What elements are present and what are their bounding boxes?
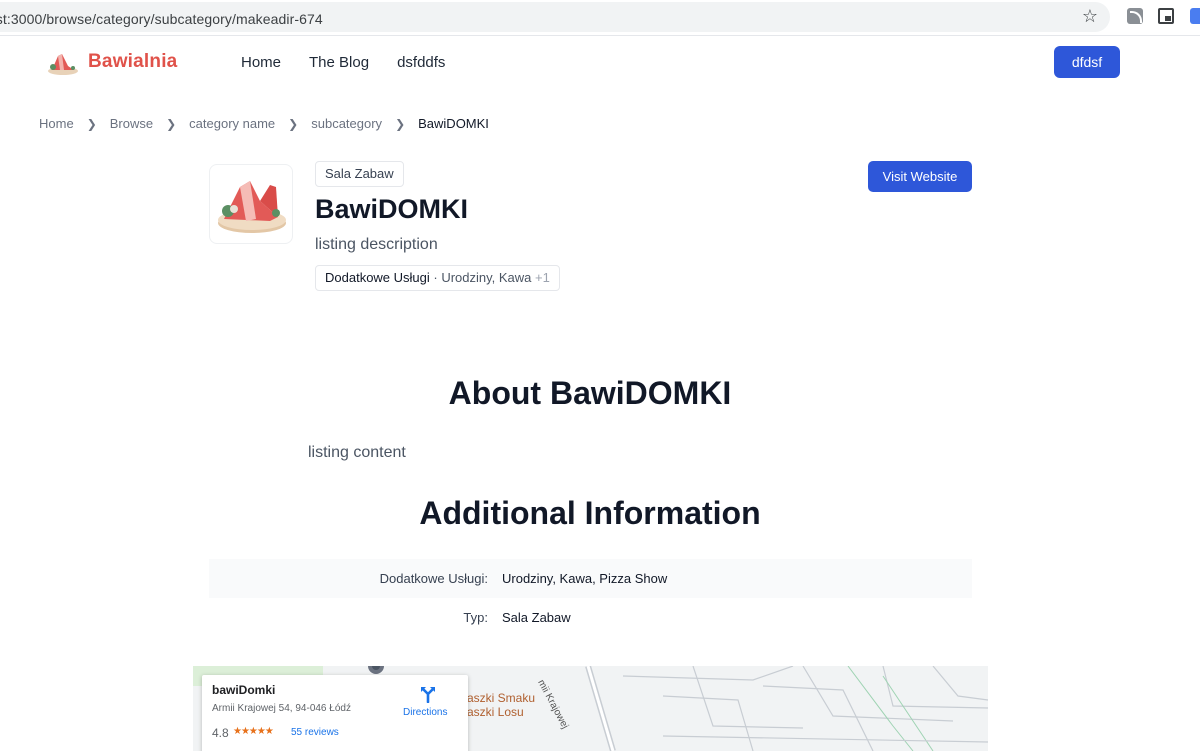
additional-info-heading: Additional Information — [419, 495, 761, 531]
breadcrumb-current: BawiDOMKI — [418, 116, 489, 131]
rss-extension-icon[interactable] — [1127, 8, 1143, 24]
browser-toolbar: host:3000/browse/category/subcategory/ma… — [0, 0, 1200, 36]
nav-item-blog[interactable]: The Blog — [309, 54, 369, 71]
about-heading: About BawiDOMKI — [448, 375, 732, 411]
visit-website-button[interactable]: Visit Website — [868, 161, 972, 192]
bookmark-star-icon[interactable]: ☆ — [1080, 6, 1100, 26]
main-nav: Home The Blog dsfddfs — [241, 54, 445, 71]
info-table: Dodatkowe Usługi: Urodziny, Kawa, Pizza … — [209, 559, 972, 637]
breadcrumb-item-home[interactable]: Home — [39, 116, 74, 131]
translate-extension-icon[interactable] — [1190, 8, 1200, 24]
brand-name: Bawialnia — [88, 51, 178, 72]
site-logo[interactable]: Bawialnia — [46, 48, 177, 76]
breadcrumb-item-subcategory[interactable]: subcategory — [311, 116, 382, 131]
place-rating: 4.8 — [212, 726, 229, 740]
rating-stars-icon: ★★★★★ — [233, 726, 274, 737]
listing-thumbnail — [209, 164, 293, 244]
table-row: Typ: Sala Zabaw — [209, 598, 972, 637]
row-label: Dodatkowe Usługi: — [379, 571, 488, 586]
header-cta-button[interactable]: dfdsf — [1054, 46, 1120, 78]
tag-key: Dodatkowe Usługi — [325, 270, 430, 285]
row-value: Urodziny, Kawa, Pizza Show — [502, 571, 668, 586]
slide-logo-icon — [46, 48, 80, 76]
listing-title: BawiDOMKI — [315, 194, 469, 224]
map-poi-label: aszki Losu — [467, 705, 524, 719]
row-value: Sala Zabaw — [502, 610, 571, 625]
address-bar[interactable]: host:3000/browse/category/subcategory/ma… — [0, 2, 1110, 32]
address-bar-url[interactable]: host:3000/browse/category/subcategory/ma… — [0, 11, 323, 27]
picture-in-picture-icon[interactable] — [1158, 8, 1174, 24]
row-label: Typ: — [463, 610, 488, 625]
table-row: Dodatkowe Usługi: Urodziny, Kawa, Pizza … — [209, 559, 972, 598]
map-place-card: bawiDomki Armii Krajowej 54, 94-046 Łódź… — [202, 675, 468, 751]
breadcrumb-item-browse[interactable]: Browse — [110, 116, 153, 131]
chevron-right-icon: ❯ — [395, 116, 406, 131]
nav-item-home[interactable]: Home — [241, 54, 281, 71]
directions-icon[interactable] — [419, 685, 437, 704]
tag-values: · Urodziny, Kawa — [429, 270, 532, 285]
breadcrumb-item-category[interactable]: category name — [189, 116, 275, 131]
directions-link[interactable]: Directions — [403, 707, 447, 718]
place-address: Armii Krajowej 54, 94-046 Łódź — [212, 703, 351, 714]
tag-more-count: +1 — [535, 270, 550, 285]
place-name[interactable]: bawiDomki — [212, 683, 275, 697]
listing-content: listing content — [308, 444, 406, 461]
tag-chip[interactable]: Dodatkowe Usługi · Urodziny, Kawa +1 — [315, 265, 560, 291]
nav-item-dsfddfs[interactable]: dsfddfs — [397, 54, 445, 71]
chevron-right-icon: ❯ — [86, 116, 97, 131]
map-poi-label: aszki Smaku — [467, 691, 536, 705]
listing-description: listing description — [315, 236, 438, 253]
breadcrumb: Home ❯ Browse ❯ category name ❯ subcateg… — [39, 116, 489, 131]
type-badge[interactable]: Sala Zabaw — [315, 161, 404, 187]
reviews-link[interactable]: 55 reviews — [291, 727, 339, 738]
chevron-right-icon: ❯ — [166, 116, 177, 131]
chevron-right-icon: ❯ — [288, 116, 299, 131]
